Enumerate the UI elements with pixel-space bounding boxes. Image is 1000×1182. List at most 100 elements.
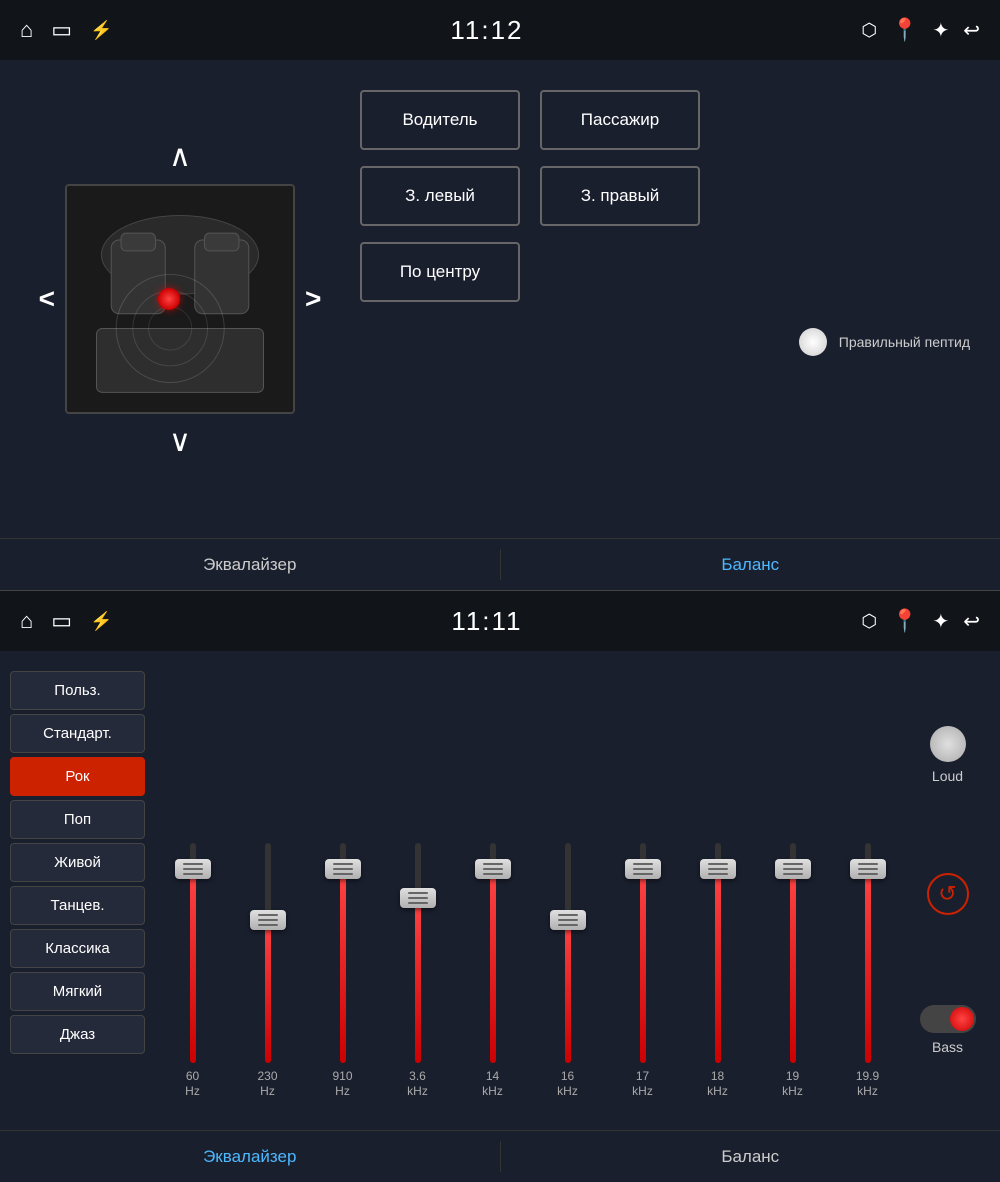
slider-track-6[interactable]	[640, 843, 646, 1063]
home-icon[interactable]: ⌂	[20, 17, 33, 43]
thumb-line	[783, 873, 803, 875]
location-icon-bottom[interactable]: 📍	[891, 608, 918, 634]
slider-track-5[interactable]	[565, 843, 571, 1063]
usb-icon-bottom[interactable]: ⚡	[90, 611, 112, 632]
cast-icon[interactable]: ⬡	[861, 20, 877, 41]
seat-up-button[interactable]	[169, 139, 191, 174]
slider-track-9[interactable]	[865, 843, 871, 1063]
eq-band-6: 17kHz	[615, 843, 671, 1100]
thumb-line	[408, 902, 428, 904]
slider-label-2: 910Hz	[332, 1069, 352, 1100]
location-icon[interactable]: 📍	[891, 17, 918, 43]
loud-indicator[interactable]	[930, 726, 966, 762]
balance-tab-top[interactable]: Баланс	[501, 539, 1000, 590]
preset-list: Польз. Стандарт. Рок Поп Живой Танцев. Классик…	[0, 661, 155, 1120]
preset-standard[interactable]: Стандарт.	[10, 714, 145, 753]
thumb-line	[183, 863, 203, 865]
slider-thumb-3[interactable]	[400, 888, 436, 908]
preset-live[interactable]: Живой	[10, 843, 145, 882]
preset-classic[interactable]: Классика	[10, 929, 145, 968]
eq-sliders-area: 60Hz 230Hz	[155, 661, 905, 1120]
preset-rock[interactable]: Рок	[10, 757, 145, 796]
rear-right-button[interactable]: З. правый	[540, 166, 700, 226]
seat-down-button[interactable]	[169, 424, 191, 459]
bottom-status-bar: ⌂ ▭ ⚡ 11:11 ⬡ 📍 ✦ ↩	[0, 591, 1000, 651]
status-bar-left-icons: ⌂ ▭ ⚡	[20, 17, 113, 43]
slider-label-0: 60Hz	[185, 1069, 200, 1100]
preset-user[interactable]: Польз.	[10, 671, 145, 710]
preset-pop[interactable]: Поп	[10, 800, 145, 839]
seat-position-dot	[158, 288, 180, 310]
slider-track-1[interactable]	[265, 843, 271, 1063]
slider-track-3[interactable]	[415, 843, 421, 1063]
thumb-lines-8	[783, 863, 803, 875]
slider-thumb-0[interactable]	[175, 859, 211, 879]
slider-track-8[interactable]	[790, 843, 796, 1063]
slider-track-2[interactable]	[340, 843, 346, 1063]
eq-band-4: 14kHz	[465, 843, 521, 1100]
thumb-line	[258, 924, 278, 926]
seat-image	[65, 184, 295, 414]
bass-toggle[interactable]	[920, 1005, 976, 1033]
slider-label-5: 16kHz	[557, 1069, 578, 1100]
slider-track-7[interactable]	[715, 843, 721, 1063]
equalizer-tab-top[interactable]: Эквалайзер	[0, 539, 500, 590]
thumb-line	[258, 914, 278, 916]
bass-label: Bass	[932, 1039, 963, 1055]
rear-left-button[interactable]: З. левый	[360, 166, 520, 226]
thumb-line	[483, 863, 503, 865]
preset-dance[interactable]: Танцев.	[10, 886, 145, 925]
top-panel: ⌂ ▭ ⚡ 11:12 ⬡ 📍 ✦ ↩	[0, 0, 1000, 590]
slider-thumb-5[interactable]	[550, 910, 586, 930]
preset-jazz[interactable]: Джаз	[10, 1015, 145, 1054]
seat-right-button[interactable]	[305, 283, 321, 315]
reset-button[interactable]: ↺	[927, 873, 969, 915]
slider-fill-7	[715, 869, 721, 1063]
slider-fill-0	[190, 869, 196, 1063]
slider-fill-8	[790, 869, 796, 1063]
bottom-time: 11:11	[451, 606, 522, 637]
balance-tab-bottom[interactable]: Баланс	[501, 1131, 1000, 1182]
screen-icon[interactable]: ▭	[51, 17, 72, 43]
thumb-line	[633, 873, 653, 875]
usb-icon[interactable]: ⚡	[90, 20, 112, 41]
slider-track-0[interactable]	[190, 843, 196, 1063]
passenger-button[interactable]: Пассажир	[540, 90, 700, 150]
loud-label: Loud	[932, 768, 963, 784]
slider-thumb-8[interactable]	[775, 859, 811, 879]
slider-track-4[interactable]	[490, 843, 496, 1063]
preset-soft[interactable]: Мягкий	[10, 972, 145, 1011]
sliders-container: 60Hz 230Hz	[155, 671, 905, 1110]
slider-thumb-4[interactable]	[475, 859, 511, 879]
slider-thumb-9[interactable]	[850, 859, 886, 879]
slider-thumb-1[interactable]	[250, 910, 286, 930]
slider-thumb-7[interactable]	[700, 859, 736, 879]
slider-thumb-2[interactable]	[325, 859, 361, 879]
seat-left-button[interactable]	[39, 283, 55, 315]
top-time: 11:12	[450, 15, 523, 46]
thumb-line	[408, 897, 428, 899]
peptide-label: Правильный пептид	[839, 334, 970, 350]
slider-fill-6	[640, 869, 646, 1063]
thumb-line	[183, 868, 203, 870]
seat-svg	[67, 186, 293, 412]
driver-button[interactable]: Водитель	[360, 90, 520, 150]
thumb-lines-2	[333, 863, 353, 875]
slider-thumb-6[interactable]	[625, 859, 661, 879]
back-icon-bottom[interactable]: ↩	[963, 609, 980, 634]
thumb-lines-1	[258, 914, 278, 926]
center-button[interactable]: По центру	[360, 242, 520, 302]
slider-label-3: 3.6kHz	[407, 1069, 428, 1100]
back-icon[interactable]: ↩	[963, 18, 980, 43]
home-icon-bottom[interactable]: ⌂	[20, 608, 33, 634]
slider-fill-9	[865, 869, 871, 1063]
thumb-lines-3	[408, 892, 428, 904]
equalizer-tab-bottom[interactable]: Эквалайзер	[0, 1131, 500, 1182]
eq-band-8: 19kHz	[765, 843, 821, 1100]
bluetooth-icon-bottom[interactable]: ✦	[932, 609, 949, 634]
top-main-content: Водитель Пассажир З. левый З. правый По …	[0, 60, 1000, 538]
cast-icon-bottom[interactable]: ⬡	[861, 611, 877, 632]
thumb-lines-7	[708, 863, 728, 875]
bluetooth-icon[interactable]: ✦	[932, 18, 949, 43]
screen-icon-bottom[interactable]: ▭	[51, 608, 72, 634]
